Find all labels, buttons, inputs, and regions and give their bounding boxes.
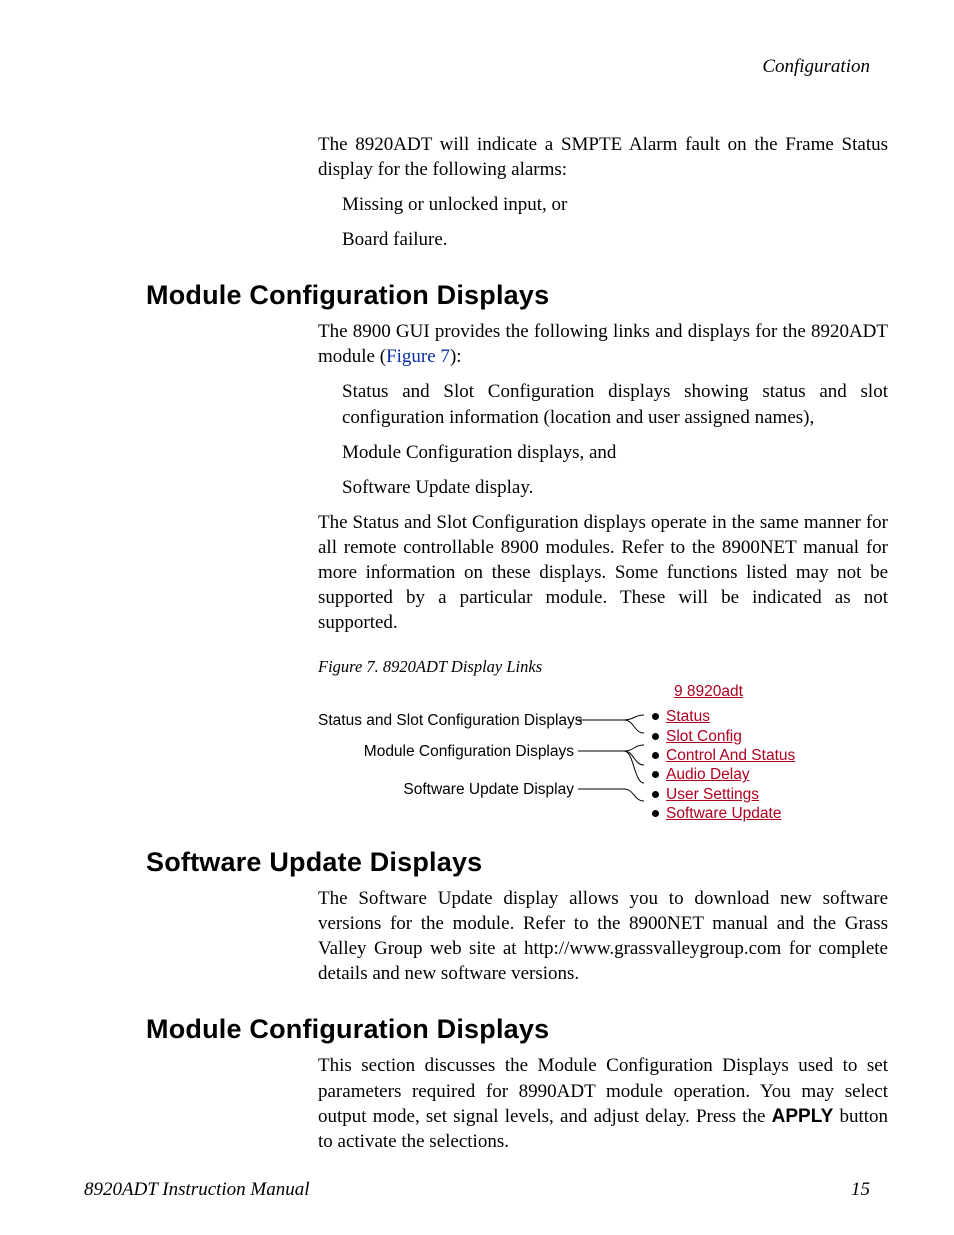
sec1-bullets: Status and Slot Configuration displays s…: [342, 379, 888, 499]
heading-software-update: Software Update Displays: [146, 847, 870, 878]
sec1-p1: The 8900 GUI provides the following link…: [318, 319, 888, 369]
figure-ref-link[interactable]: Figure 7: [386, 346, 450, 367]
intro-paragraph: The 8920ADT will indicate a SMPTE Alarm …: [318, 132, 888, 182]
figure-caption: Figure 7. 8920ADT Display Links: [318, 657, 870, 677]
apply-button-ref: APPLY: [772, 1106, 834, 1127]
figure-linkbox: 9 8920adt Status Slot Config Control And…: [648, 683, 876, 823]
figure-link-status[interactable]: Status: [648, 707, 876, 726]
footer-manual-title: 8920ADT Instruction Manual: [84, 1179, 310, 1201]
figure-link-slot-config[interactable]: Slot Config: [648, 727, 876, 746]
figure-link-title[interactable]: 9 8920adt: [674, 683, 876, 701]
heading-module-config-2: Module Configuration Displays: [146, 1014, 870, 1045]
heading-module-config-1: Module Configuration Displays: [146, 280, 870, 311]
sec2-p1: The Software Update display allows you t…: [318, 886, 888, 986]
figure-link-user-settings[interactable]: User Settings: [648, 785, 876, 804]
running-header: Configuration: [84, 56, 870, 78]
sec1-p2: The Status and Slot Configuration displa…: [318, 510, 888, 635]
sec1-b3: Software Update display.: [342, 475, 888, 500]
sec1-b2: Module Configuration displays, and: [342, 440, 888, 465]
intro-bullets: Missing or unlocked input, or Board fail…: [342, 192, 888, 252]
figure-link-audio-delay[interactable]: Audio Delay: [648, 765, 876, 784]
figure-7: Status and Slot Configuration Displays M…: [318, 683, 878, 811]
sec2-p1-text: The Software Update display allows you t…: [318, 886, 888, 986]
sec1-p1b: ):: [450, 346, 462, 367]
page-footer: 8920ADT Instruction Manual 15: [84, 1179, 870, 1201]
sec1-p2-text: The Status and Slot Configuration displa…: [318, 510, 888, 635]
figure-link-control-status[interactable]: Control And Status: [648, 746, 876, 765]
sec1-b1: Status and Slot Configuration displays s…: [342, 379, 888, 429]
intro-bullet-1: Missing or unlocked input, or: [342, 192, 888, 217]
figure-link-software-update[interactable]: Software Update: [648, 804, 876, 823]
intro-bullet-2: Board failure.: [342, 227, 888, 252]
sec3-p1: This section discusses the Module Config…: [318, 1053, 888, 1153]
footer-page-number: 15: [851, 1179, 870, 1201]
intro-text: The 8920ADT will indicate a SMPTE Alarm …: [318, 132, 888, 182]
